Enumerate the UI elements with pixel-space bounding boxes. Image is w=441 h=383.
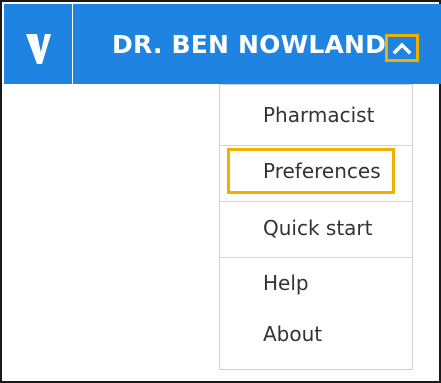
top-bar: DR. BEN NOWLAND [4, 4, 441, 84]
menu-item-preferences[interactable]: Preferences [220, 147, 412, 195]
menu-divider [220, 201, 412, 202]
user-name[interactable]: DR. BEN NOWLAND [112, 30, 386, 60]
app-logo[interactable] [4, 4, 72, 84]
v-logo-icon [26, 34, 51, 64]
menu-item-quick-start[interactable]: Quick start [220, 204, 412, 252]
menu-item-help[interactable]: Help [220, 259, 412, 307]
menu-item-about[interactable]: About [220, 310, 412, 358]
menu-item-pharmacist[interactable]: Pharmacist [220, 91, 412, 139]
app-window: DR. BEN NOWLAND Pharmacist Preferences Q… [0, 0, 441, 383]
user-dropdown-menu: Pharmacist Preferences Quick start Help … [219, 84, 413, 370]
header-divider [72, 4, 73, 84]
menu-divider [220, 145, 412, 146]
chevron-up-icon [392, 42, 412, 55]
user-menu-toggle-button[interactable] [385, 34, 419, 62]
menu-divider [220, 257, 412, 258]
